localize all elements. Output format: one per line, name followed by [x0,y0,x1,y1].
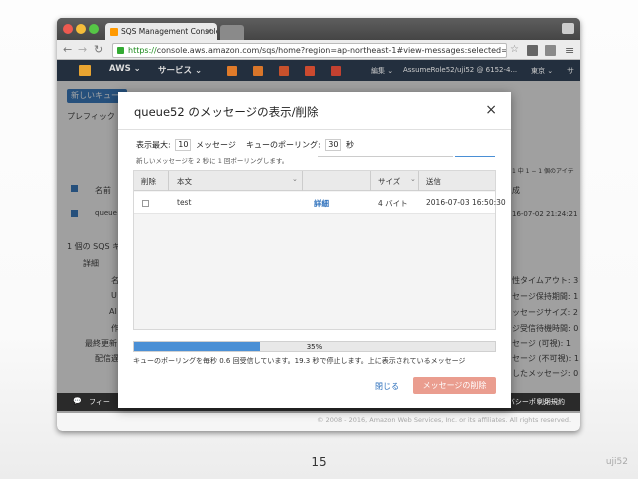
max-messages-label: 表示最大: [136,140,171,150]
close-button[interactable]: 閉じる [375,381,399,392]
sort-caret-icon[interactable]: ⌄ [410,175,416,183]
polling-progress-bar: 35% [133,341,496,352]
column-header-delete: 削除 [141,177,156,186]
tab-close-icon[interactable]: ✕ [205,23,212,40]
sort-caret-icon[interactable]: ⌄ [292,175,298,183]
minimize-window-icon[interactable] [76,24,86,34]
progress-label: 35% [306,343,323,351]
support-menu[interactable]: サ [567,66,574,76]
account-menu[interactable]: AssumeRole52/uji52 @ 6152-4... [403,66,517,74]
dialog-title: queue52 のメッセージの表示/削除 [134,105,319,119]
column-header-sent[interactable]: 送信 [426,176,441,187]
message-sent: 2016-07-03 16:50:30 [426,198,506,207]
polling-duration-unit: 秒 [345,140,354,150]
slide-number: 15 [311,455,327,469]
region-menu[interactable]: 東京 ⌄ [531,66,553,76]
extension-qr-icon[interactable] [527,45,538,56]
max-messages-unit: メッセージ [195,140,236,150]
column-header-body[interactable]: 本文 [177,176,192,187]
slide-author: uji52 [605,457,628,467]
message-body: test [177,198,192,207]
tab-title: SQS Management Console [121,27,217,36]
bookmark-star-icon[interactable]: ☆ [510,44,519,55]
messages-table: 削除 本文 ⌄ サイズ ⌄ 送信 test 詳細 4 バイト 2016-07-0… [133,170,506,330]
filter-input-focus [455,156,495,157]
terms-link[interactable]: 利用規約 [537,397,565,407]
sns-shortcut-icon[interactable] [331,66,341,76]
url-scheme: https:// [128,46,157,55]
table-row[interactable]: test 詳細 4 バイト 2016-07-03 16:50:30 [134,192,506,214]
table-header: 削除 本文 ⌄ サイズ ⌄ 送信 [134,171,495,191]
aws-menu[interactable]: AWS ⌄ [109,64,141,74]
column-separator [168,171,169,191]
sqs-shortcut-icon[interactable] [305,66,315,76]
aws-navbar: AWS ⌄ サービス ⌄ 編集 ⌄ AssumeRole52/uji52 @ 6… [57,60,580,81]
edit-menu[interactable]: 編集 ⌄ [371,66,393,76]
feedback-link[interactable]: フィー [89,397,110,407]
new-tab-button[interactable] [220,25,244,40]
lambda-shortcut-icon[interactable] [279,66,289,76]
ec2-shortcut-icon[interactable] [227,66,237,76]
browser-title-bar: SQS Management Console ✕ [57,18,580,40]
url-path: console.aws.amazon.com/sqs/home?region=a… [156,46,507,55]
polling-duration-input[interactable]: 30 [325,139,342,151]
polling-status-text: キューのポーリングを毎秒 0.6 回受信しています。19.3 秒で停止します。上… [133,357,466,365]
copyright-text: © 2008 - 2016, Amazon Web Services, Inc.… [317,416,572,424]
polling-duration-label: キューのポーリング: [246,140,321,150]
url-bar[interactable]: https://console.aws.amazon.com/sqs/home?… [112,43,507,58]
message-size: 4 バイト [378,199,408,208]
poll-settings-row: 表示最大: 10 メッセージ キューのポーリング: 30 秒 [136,139,354,151]
polling-note: 新しいメッセージを 2 秒に 1 回ポーリングします。 [136,157,289,165]
lock-icon [117,47,124,54]
view-delete-messages-dialog: queue52 のメッセージの表示/削除 × 表示最大: 10 メッセージ キュ… [118,92,511,408]
column-separator [418,171,419,191]
reload-icon[interactable]: ↻ [94,43,103,57]
forward-icon[interactable]: → [78,43,87,57]
delete-checkbox[interactable] [142,200,149,207]
close-icon[interactable]: × [485,102,497,118]
browser-toolbar: ← → ↻ https://console.aws.amazon.com/sqs… [57,40,580,60]
extension-icon[interactable] [545,45,556,56]
feedback-icon[interactable]: 💬 [73,397,82,405]
message-detail-link[interactable]: 詳細 [314,198,329,209]
column-separator [302,171,303,191]
close-window-icon[interactable] [63,24,73,34]
aws-favicon-icon [110,28,118,36]
s3-shortcut-icon[interactable] [253,66,263,76]
column-separator [370,171,371,191]
maximize-window-icon[interactable] [89,24,99,34]
column-header-size[interactable]: サイズ [378,176,400,187]
services-menu[interactable]: サービス ⌄ [158,64,202,76]
back-icon[interactable]: ← [63,43,72,57]
window-restore-icon[interactable] [562,23,574,34]
delete-messages-button[interactable]: メッセージの削除 [413,377,496,394]
filter-input[interactable] [318,156,453,157]
browser-menu-icon[interactable]: ≡ [565,44,574,57]
browser-tab-sqs[interactable]: SQS Management Console ✕ [105,23,217,40]
dialog-divider [118,129,511,130]
aws-logo-icon[interactable] [79,65,91,76]
max-messages-input[interactable]: 10 [175,139,192,151]
